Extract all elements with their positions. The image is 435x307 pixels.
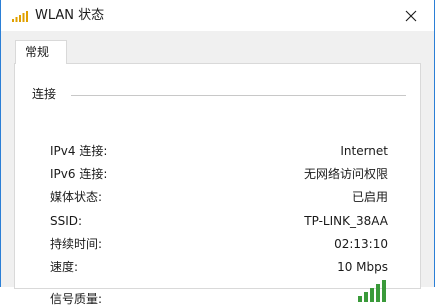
media-state-label: 媒体状态: (50, 190, 103, 204)
signal-quality-label: 信号质量: (50, 292, 103, 306)
window-title: WLAN 状态 (35, 8, 105, 23)
ssid-value: TP-LINK_38AA (304, 214, 388, 228)
signal-bar (370, 288, 374, 302)
ipv6-value: 无网络访问权限 (303, 167, 388, 181)
tab-panel-general: 连接 IPv4 连接: Internet IPv6 连接: 无网络访问权限 媒体… (14, 63, 421, 306)
ssid-label: SSID: (50, 214, 83, 228)
wlan-status-window: WLAN 状态 常规 连接 IPv4 连接: Internet IPv6 连接:… (0, 0, 435, 306)
ipv4-label: IPv4 连接: (50, 144, 108, 158)
title-bar[interactable]: WLAN 状态 (1, 0, 434, 31)
group-divider (71, 95, 406, 96)
tab-general-label: 常规 (25, 45, 50, 59)
signal-bars (358, 280, 386, 302)
signal-bar (364, 292, 368, 302)
speed-value: 10 Mbps (337, 260, 388, 274)
wifi-signal-bars-icon (12, 11, 28, 22)
ipv4-value: Internet (340, 144, 388, 158)
ipv6-label: IPv6 连接: (50, 167, 108, 181)
signal-strength-icon (358, 280, 386, 302)
close-button[interactable] (388, 0, 434, 31)
signal-bar (358, 296, 362, 302)
speed-label: 速度: (50, 260, 79, 274)
tab-general[interactable]: 常规 (15, 40, 67, 64)
connection-group-label: 连接 (32, 87, 57, 101)
media-state-value: 已启用 (351, 190, 388, 204)
duration-value: 02:13:10 (334, 237, 388, 251)
duration-label: 持续时间: (50, 237, 103, 251)
close-icon (405, 10, 417, 21)
client-area: 常规 连接 IPv4 连接: Internet IPv6 连接: 无网络访问权限… (1, 31, 434, 306)
signal-bar (382, 280, 386, 302)
